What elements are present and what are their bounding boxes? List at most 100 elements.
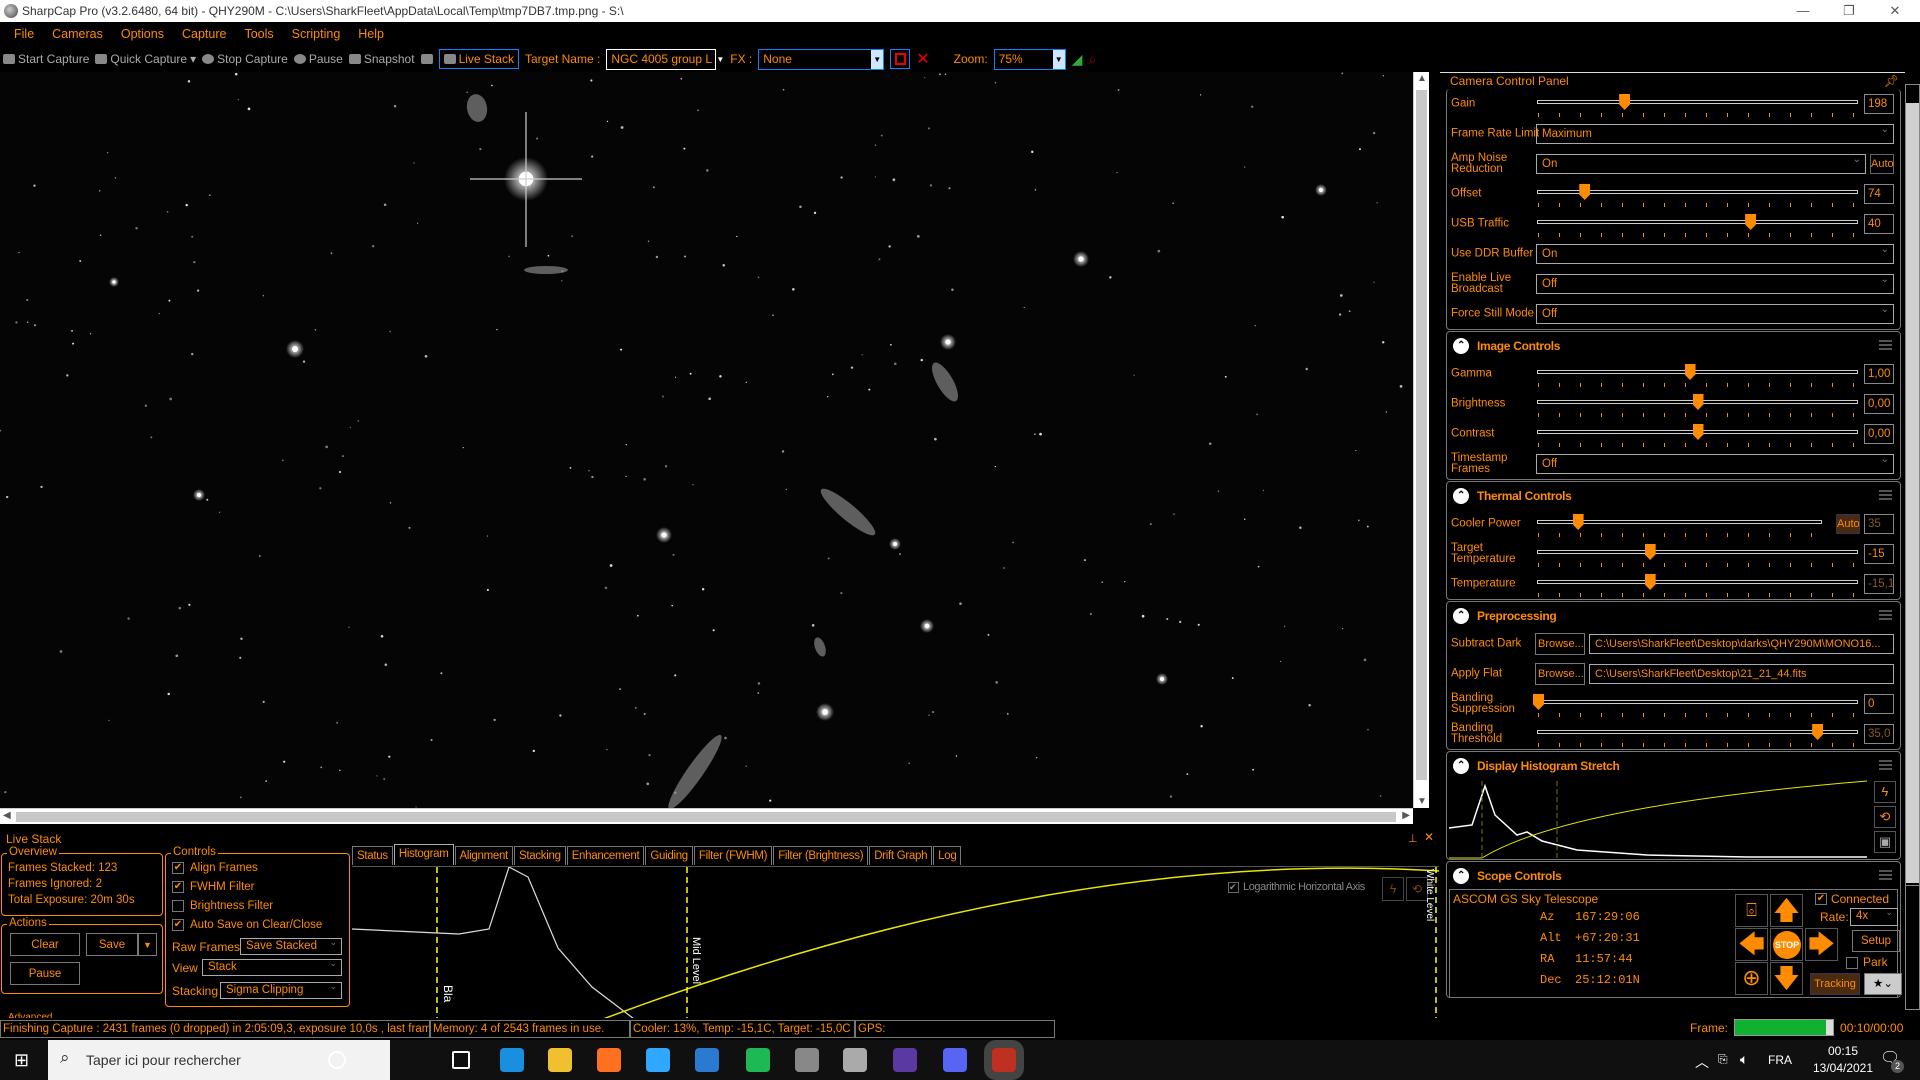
park-checkbox[interactable]	[1846, 957, 1858, 969]
raw-frames-select[interactable]: Save Stacked	[240, 935, 342, 955]
live-stack-button[interactable]: Live Stack	[438, 49, 519, 69]
collapse-icon[interactable]: ⌃	[1453, 867, 1469, 884]
slider-thumb[interactable]	[1745, 214, 1757, 230]
file-explorer-icon[interactable]	[548, 1048, 572, 1072]
live-stack-histogram[interactable]: ✔ Logarithmic Horizontal Axis ϟ ⟲ Bla Mid…	[352, 866, 1439, 1018]
collapse-icon[interactable]: ⌃	[1453, 487, 1469, 504]
scroll-thumb[interactable]	[1906, 103, 1919, 883]
browse-button[interactable]: Browse...	[1535, 633, 1585, 655]
timestamp-frames-select[interactable]: Off	[1536, 451, 1894, 474]
language-indicator[interactable]: FRA	[1768, 1053, 1792, 1067]
target-name-dropdown[interactable]: ▼	[716, 55, 724, 64]
stop-button[interactable]: STOP	[1770, 928, 1803, 961]
star-select[interactable]: ★⌄	[1864, 973, 1902, 995]
tab-log[interactable]: Log	[933, 846, 962, 865]
target-temperature-slider[interactable]	[1537, 544, 1858, 567]
slider-thumb[interactable]	[1619, 94, 1631, 110]
menu-file[interactable]: File	[14, 27, 34, 41]
target-temperature-value[interactable]: -15	[1864, 544, 1894, 564]
task-view-icon[interactable]	[452, 1051, 470, 1069]
viewer-horizontal-scrollbar[interactable]: ◀ ▶	[0, 808, 1413, 824]
browse-button[interactable]: Browse...	[1535, 663, 1585, 685]
scroll-left-icon[interactable]: ◀	[3, 810, 11, 821]
menu-icon[interactable]	[1879, 610, 1892, 620]
pause-button[interactable]: Pause	[10, 962, 80, 985]
section-header[interactable]: ⌃ Thermal Controls	[1447, 482, 1900, 509]
tab-guiding[interactable]: Guiding	[645, 846, 693, 865]
magnifier-icon[interactable]: ⌕	[1088, 51, 1096, 68]
align-frames-checkbox[interactable]: ✔ Align Frames	[172, 862, 258, 874]
save-icon[interactable]: ▣	[1874, 831, 1896, 853]
pin-icon[interactable]: 📌︎	[1884, 73, 1899, 89]
scroll-up-icon[interactable]: ▲	[1417, 73, 1427, 84]
slider-thumb[interactable]	[1692, 424, 1704, 440]
offset-value[interactable]: 74	[1864, 184, 1894, 204]
cooler-power-slider[interactable]	[1537, 514, 1822, 537]
amp-noise-reduction-select[interactable]: On	[1536, 151, 1866, 174]
tab-enhancement[interactable]: Enhancement	[566, 846, 645, 865]
slider-thumb[interactable]	[1644, 574, 1656, 590]
section-header[interactable]: ⌃ Scope Controls	[1447, 862, 1900, 889]
menu-tools[interactable]: Tools	[244, 27, 273, 41]
brightness-value[interactable]: 0,00	[1864, 394, 1894, 414]
temperature-slider[interactable]	[1537, 574, 1858, 597]
log-axis-checkbox[interactable]: ✔ Logarithmic Horizontal Axis	[1228, 881, 1365, 893]
view-select[interactable]: Stack	[202, 956, 342, 976]
slider-thumb[interactable]	[1812, 724, 1824, 740]
setup-button[interactable]: Setup	[1852, 930, 1900, 952]
arrow-down-icon[interactable]: 🡇	[1770, 962, 1803, 995]
menu-icon[interactable]	[1879, 340, 1892, 350]
force-still-mode-select[interactable]: Off	[1536, 301, 1894, 324]
discord-icon[interactable]	[943, 1048, 967, 1072]
scroll-right-icon[interactable]: ▶	[1402, 810, 1410, 821]
brightness-slider[interactable]	[1537, 394, 1858, 417]
zoom-select[interactable]: 75% ▼	[993, 48, 1066, 70]
volume-icon[interactable]: 🔈︎	[1740, 1051, 1748, 1068]
slider-thumb[interactable]	[1692, 394, 1704, 410]
banding-suppression-slider[interactable]	[1533, 694, 1858, 717]
gamma-slider[interactable]	[1537, 364, 1858, 387]
camera-tray-icon[interactable]: ⎘	[1718, 1052, 1728, 1067]
histogram-icon[interactable]: ◢	[1072, 51, 1083, 68]
clock-time[interactable]: 00:15	[1818, 1044, 1868, 1058]
clear-button[interactable]: Clear	[10, 933, 80, 956]
use-ddr-buffer-select[interactable]: On	[1536, 241, 1894, 264]
menu-capture[interactable]: Capture	[182, 27, 226, 41]
tab-histogram[interactable]: Histogram	[393, 844, 454, 865]
sharpcap-icon[interactable]	[984, 1040, 1024, 1080]
slider-thumb[interactable]	[1579, 184, 1591, 200]
connected-checkbox[interactable]: ✔ Connected	[1814, 892, 1889, 906]
contrast-slider[interactable]	[1537, 424, 1858, 447]
apply-flat-file-select[interactable]: C:\Users\SharkFleet\Desktop\21_21_44.fit…	[1589, 664, 1894, 684]
maximize-button[interactable]: ❐	[1826, 0, 1872, 22]
tab-status[interactable]: Status	[352, 846, 393, 865]
slider-thumb[interactable]	[1644, 544, 1656, 560]
windows-start-icon[interactable]: ⊞	[14, 1050, 29, 1071]
scroll-thumb[interactable]	[16, 812, 1396, 822]
viewer-vertical-scrollbar[interactable]: ▲ ▼	[1413, 72, 1429, 808]
spiral-search-icon[interactable]: ⌻	[1735, 894, 1768, 927]
display-histogram-chart[interactable]	[1447, 779, 1867, 859]
firefox-icon[interactable]	[597, 1048, 621, 1072]
collapse-icon[interactable]: ⌃	[1453, 607, 1469, 624]
snapshot-button[interactable]: Snapshot	[348, 52, 415, 66]
brightness-filter-checkbox[interactable]: Brightness Filter	[172, 900, 273, 912]
collapse-icon[interactable]: ⌃	[1453, 337, 1469, 354]
offset-slider[interactable]	[1537, 184, 1858, 207]
mail-icon[interactable]	[500, 1048, 524, 1072]
section-header[interactable]: ⌃ Display Histogram Stretch	[1447, 752, 1900, 779]
menu-scripting[interactable]: Scripting	[292, 27, 341, 41]
rate-select[interactable]: 4x	[1850, 905, 1898, 926]
clear-roi-icon[interactable]: ✕	[916, 49, 929, 69]
tab-stacking[interactable]: Stacking	[513, 846, 566, 865]
close-button[interactable]: ✕	[1872, 0, 1918, 22]
contrast-value[interactable]: 0,00	[1864, 424, 1894, 444]
cortana-icon[interactable]	[328, 1051, 346, 1069]
arrow-up-icon[interactable]: 🡅	[1770, 894, 1803, 927]
target-icon[interactable]: ⊕	[1735, 962, 1768, 995]
section-header[interactable]: ⌃ Image Controls	[1447, 332, 1900, 359]
auto-save-checkbox[interactable]: ✔ Auto Save on Clear/Close	[172, 919, 322, 931]
menu-icon[interactable]	[1879, 490, 1892, 500]
tab-filter-fwhm[interactable]: Filter (FWHM)	[693, 846, 773, 865]
advanced-link[interactable]: Advanced	[8, 1012, 52, 1018]
